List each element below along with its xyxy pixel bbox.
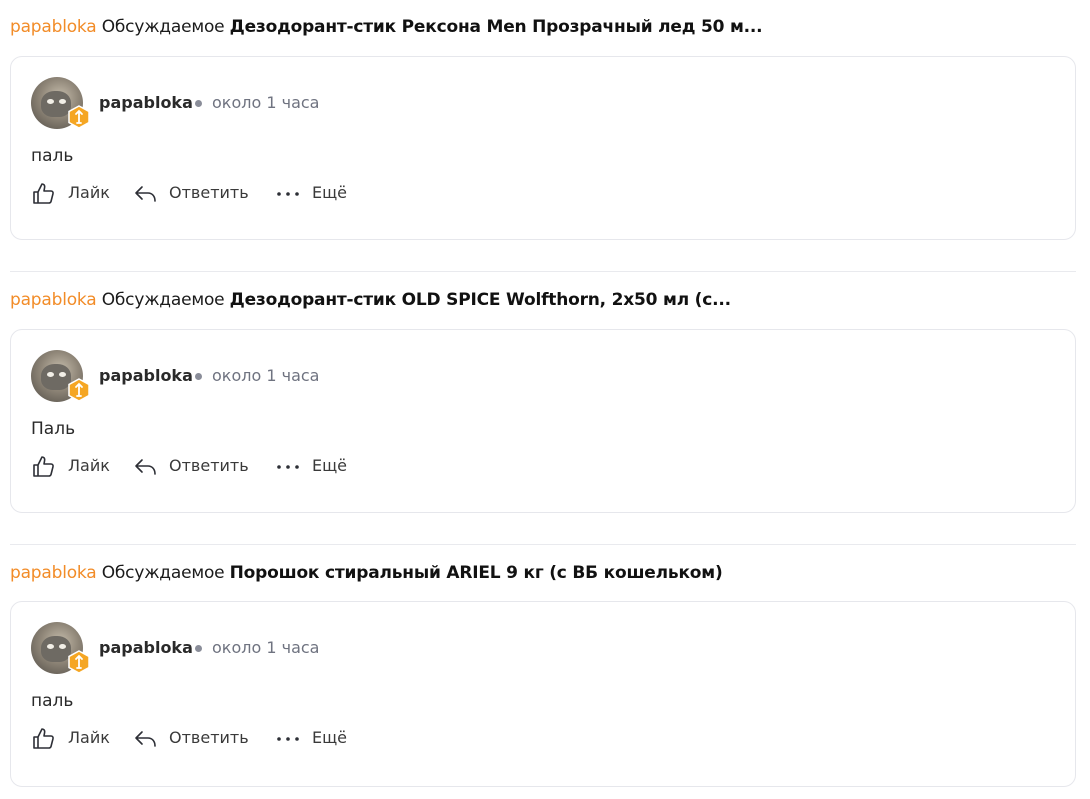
avatar[interactable]	[31, 77, 90, 129]
more-label: Ещё	[312, 183, 348, 202]
username[interactable]: papabloka	[99, 93, 193, 113]
ellipsis-icon	[277, 192, 299, 196]
entry-heading: papabloka Обсуждаемое Дезодорант-стик OL…	[10, 288, 731, 312]
product-link[interactable]: Порошок стиральный ARIEL 9 кг (с ВБ коше…	[230, 563, 723, 583]
like-label: Лайк	[68, 183, 110, 202]
comment-text: паль	[31, 146, 74, 166]
more-button[interactable]: Ещё	[275, 181, 355, 205]
like-button[interactable]: Лайк	[31, 181, 121, 205]
more-button[interactable]: Ещё	[275, 454, 355, 478]
action-verb: Обсуждаемое	[101, 17, 225, 37]
avatar-eye	[47, 644, 54, 649]
avatar-eye	[59, 99, 66, 104]
product-link[interactable]: Дезодорант-стик Рексона Men Прозрачный л…	[230, 17, 763, 37]
more-button[interactable]: Ещё	[275, 726, 355, 750]
like-button[interactable]: Лайк	[31, 454, 121, 478]
comment-card: papabloka около 1 часа паль Лайк Ответит…	[10, 601, 1076, 787]
reply-button[interactable]: Ответить	[133, 726, 258, 750]
reply-button[interactable]: Ответить	[133, 181, 258, 205]
username[interactable]: papabloka	[99, 366, 193, 386]
separator-dot	[195, 373, 202, 380]
reply-arrow-icon	[135, 186, 156, 202]
ellipsis-icon	[277, 737, 299, 741]
reply-button[interactable]: Ответить	[133, 454, 258, 478]
action-verb: Обсуждаемое	[101, 290, 225, 310]
like-label: Лайк	[68, 456, 110, 475]
timestamp: около 1 часа	[212, 366, 320, 385]
author-link[interactable]: papabloka	[10, 563, 97, 583]
reply-arrow-icon	[135, 459, 156, 475]
entry-heading: papabloka Обсуждаемое Порошок стиральный…	[10, 561, 723, 585]
divider	[10, 271, 1076, 272]
avatar-eye	[47, 372, 54, 377]
shield-badge-icon	[68, 105, 90, 129]
shield-badge-icon	[68, 650, 90, 674]
separator-dot	[195, 100, 202, 107]
more-label: Ещё	[312, 456, 348, 475]
shield-badge-icon	[68, 378, 90, 402]
separator-dot	[195, 645, 202, 652]
avatar-eye	[47, 99, 54, 104]
like-label: Лайк	[68, 728, 110, 747]
avatar[interactable]	[31, 622, 90, 674]
thumbs-up-icon	[33, 456, 54, 477]
product-link[interactable]: Дезодорант-стик OLD SPICE Wolfthorn, 2х5…	[230, 290, 731, 310]
comment-card: papabloka около 1 часа паль Лайк Ответит…	[10, 56, 1076, 240]
comment-actions: Лайк Ответить Ещё	[31, 181, 371, 205]
comment-text: Паль	[31, 419, 76, 439]
avatar-eye	[59, 372, 66, 377]
avatar-eye	[59, 644, 66, 649]
timestamp: около 1 часа	[212, 93, 320, 112]
like-button[interactable]: Лайк	[31, 726, 121, 750]
comment-actions: Лайк Ответить Ещё	[31, 726, 371, 750]
entry-heading: papabloka Обсуждаемое Дезодорант-стик Ре…	[10, 15, 763, 39]
activity-feed: papabloka Обсуждаемое Дезодорант-стик Ре…	[0, 0, 1090, 799]
reply-label: Ответить	[169, 728, 249, 747]
author-link[interactable]: papabloka	[10, 17, 97, 37]
reply-label: Ответить	[169, 183, 249, 202]
ellipsis-icon	[277, 465, 299, 469]
reply-arrow-icon	[135, 731, 156, 747]
username[interactable]: papabloka	[99, 638, 193, 658]
thumbs-up-icon	[33, 183, 54, 204]
thumbs-up-icon	[33, 728, 54, 749]
timestamp: около 1 часа	[212, 638, 320, 657]
reply-label: Ответить	[169, 456, 249, 475]
comment-actions: Лайк Ответить Ещё	[31, 454, 371, 478]
action-verb: Обсуждаемое	[101, 563, 225, 583]
divider	[10, 544, 1076, 545]
avatar[interactable]	[31, 350, 90, 402]
comment-text: паль	[31, 691, 74, 711]
author-link[interactable]: papabloka	[10, 290, 97, 310]
more-label: Ещё	[312, 728, 348, 747]
comment-card: papabloka около 1 часа Паль Лайк Ответит…	[10, 329, 1076, 513]
